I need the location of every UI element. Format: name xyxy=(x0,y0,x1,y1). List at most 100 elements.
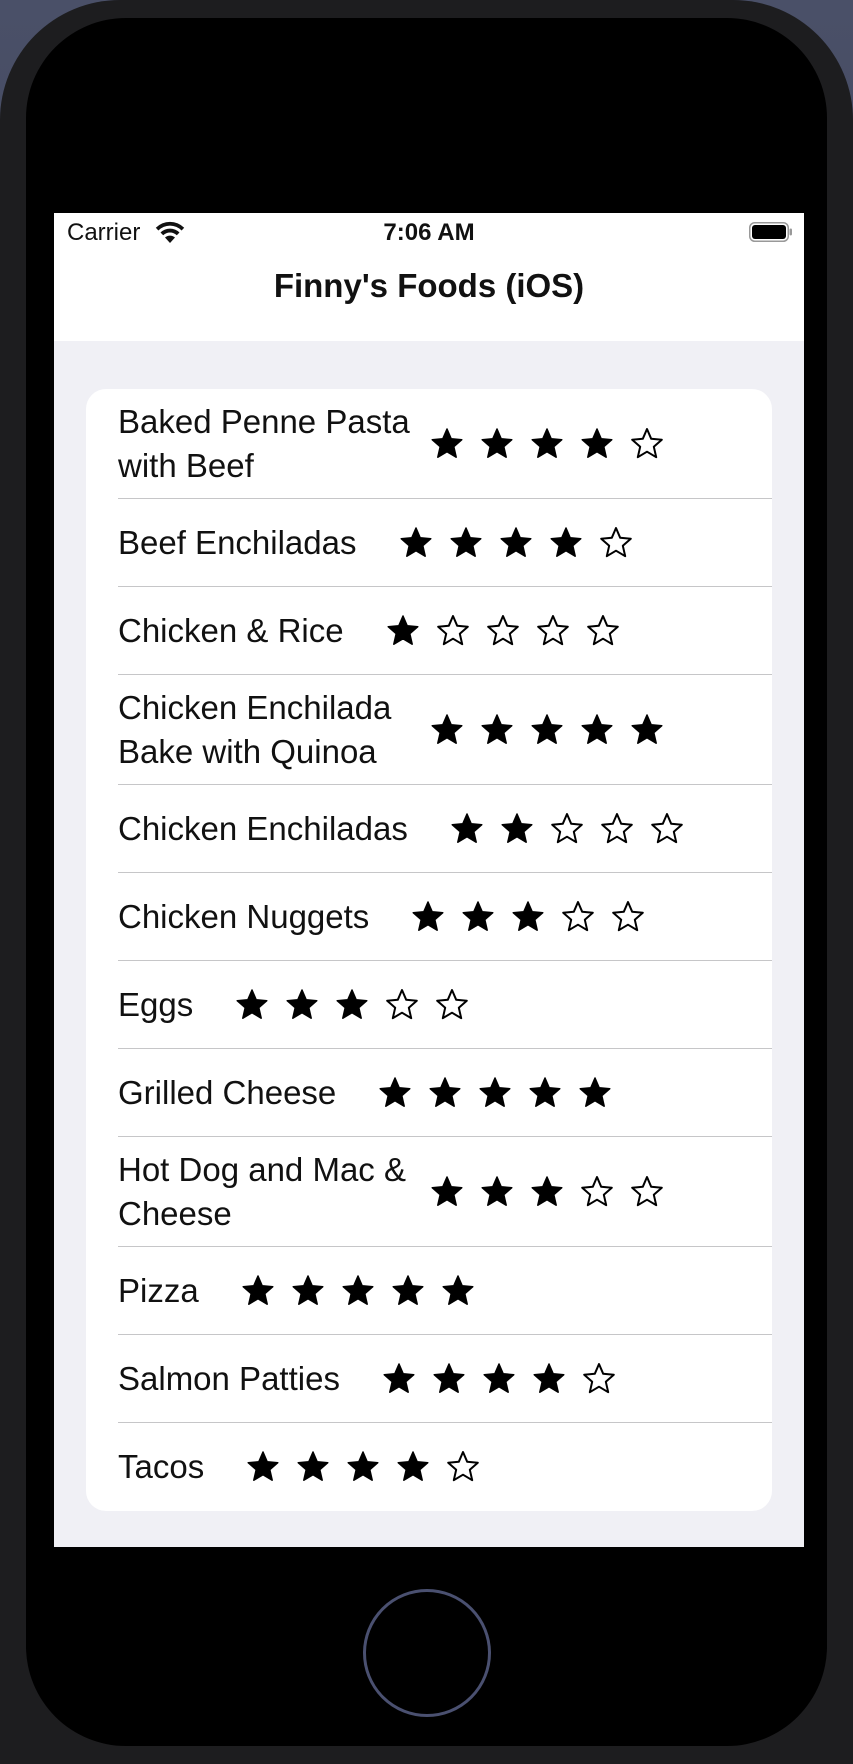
star-outline-icon xyxy=(581,1176,613,1207)
food-row[interactable]: Hot Dog and Mac & Cheese xyxy=(86,1137,772,1247)
star-filled-icon xyxy=(531,1176,563,1206)
star-filled-icon xyxy=(247,1451,279,1481)
page-title: Finny's Foods (iOS) xyxy=(273,267,585,304)
star-filled-icon xyxy=(479,1077,511,1107)
food-row[interactable]: Chicken Nuggets xyxy=(86,873,772,961)
star-outline-icon xyxy=(486,615,519,646)
star-rating xyxy=(378,1076,612,1110)
food-row[interactable]: Salmon Patties xyxy=(86,1335,772,1423)
battery-icon xyxy=(749,222,792,242)
food-row[interactable]: Eggs xyxy=(86,961,772,1049)
star-outline-icon xyxy=(386,989,419,1020)
star-outline-icon xyxy=(586,615,619,646)
food-name: Chicken & Rice xyxy=(118,612,344,649)
star-filled-icon xyxy=(236,989,268,1019)
food-row[interactable]: Chicken Enchiladas xyxy=(86,785,772,873)
star-filled-icon xyxy=(336,989,368,1019)
star-filled-icon xyxy=(549,527,582,557)
star-filled-icon xyxy=(431,428,463,458)
food-name: Chicken Enchilada Bake with Quinoa xyxy=(118,689,392,770)
star-filled-icon xyxy=(433,1363,465,1393)
star-filled-icon xyxy=(342,1275,374,1305)
navigation-bar: Finny's Foods (iOS) xyxy=(54,253,804,341)
status-bar: Carrier 7:06 AM xyxy=(54,213,804,253)
star-outline-icon xyxy=(447,1451,480,1482)
status-time: 7:06 AM xyxy=(383,219,475,246)
star-filled-icon xyxy=(481,428,513,458)
star-filled-icon xyxy=(297,1451,329,1481)
star-filled-icon xyxy=(631,714,663,744)
star-filled-icon xyxy=(412,901,444,931)
food-name: Chicken Nuggets xyxy=(118,898,370,935)
food-name: Beef Enchiladas xyxy=(118,524,357,561)
star-outline-icon xyxy=(601,813,633,844)
star-filled-icon xyxy=(512,901,544,931)
food-row[interactable]: Chicken Enchilada Bake with Quinoa xyxy=(86,675,772,785)
food-row[interactable]: Tacos xyxy=(86,1423,772,1511)
star-filled-icon xyxy=(481,714,513,744)
star-outline-icon xyxy=(562,901,595,932)
app-screen: Carrier 7:06 AM Finny's Foods (iOS) Bake… xyxy=(54,213,804,1547)
star-filled-icon xyxy=(499,527,532,557)
star-rating xyxy=(430,1175,664,1209)
star-filled-icon xyxy=(451,813,483,843)
star-filled-icon xyxy=(501,813,533,843)
star-filled-icon xyxy=(442,1275,474,1305)
star-filled-icon xyxy=(242,1275,274,1305)
star-rating xyxy=(246,1450,480,1484)
food-row[interactable]: Grilled Cheese xyxy=(86,1049,772,1137)
home-button[interactable] xyxy=(363,1589,491,1717)
star-outline-icon xyxy=(551,813,583,844)
star-outline-icon xyxy=(631,428,663,459)
star-filled-icon xyxy=(529,1077,561,1107)
star-filled-icon xyxy=(581,714,613,744)
star-filled-icon xyxy=(431,1176,463,1206)
star-filled-icon xyxy=(581,428,613,458)
star-outline-icon xyxy=(436,615,469,646)
star-filled-icon xyxy=(379,1077,411,1107)
star-outline-icon xyxy=(612,901,645,932)
star-rating xyxy=(450,812,684,846)
food-row[interactable]: Baked Penne Pasta with Beef xyxy=(86,389,772,499)
star-rating xyxy=(430,713,664,747)
star-rating xyxy=(382,1362,616,1396)
star-rating xyxy=(386,614,620,648)
star-rating xyxy=(430,427,664,461)
star-rating xyxy=(241,1274,475,1308)
star-rating xyxy=(235,988,469,1022)
star-outline-icon xyxy=(436,989,469,1020)
star-rating xyxy=(411,900,645,934)
star-filled-icon xyxy=(533,1363,565,1393)
food-name: Chicken Enchiladas xyxy=(118,810,408,847)
star-filled-icon xyxy=(462,901,494,931)
food-row[interactable]: Beef Enchiladas xyxy=(86,499,772,587)
food-row[interactable]: Chicken & Rice xyxy=(86,587,772,675)
star-filled-icon xyxy=(392,1275,424,1305)
food-name: Grilled Cheese xyxy=(118,1074,337,1111)
star-filled-icon xyxy=(429,1077,461,1107)
star-filled-icon xyxy=(431,714,463,744)
star-outline-icon xyxy=(583,1363,615,1394)
star-filled-icon xyxy=(483,1363,515,1393)
star-outline-icon xyxy=(651,813,683,844)
star-filled-icon xyxy=(481,1176,513,1206)
food-name: Eggs xyxy=(118,986,194,1023)
star-outline-icon xyxy=(599,527,632,558)
star-filled-icon xyxy=(286,989,318,1019)
star-filled-icon xyxy=(449,527,482,557)
star-rating xyxy=(399,526,633,560)
food-name: Tacos xyxy=(118,1448,205,1485)
star-filled-icon xyxy=(531,714,563,744)
star-outline-icon xyxy=(536,615,569,646)
star-filled-icon xyxy=(347,1451,379,1481)
food-row[interactable]: Pizza xyxy=(86,1247,772,1335)
food-list: Baked Penne Pasta with Beef Beef Enchilad… xyxy=(86,389,772,1511)
star-filled-icon xyxy=(383,1363,415,1393)
food-name: Salmon Patties xyxy=(118,1360,340,1397)
star-filled-icon xyxy=(399,527,432,557)
food-name: Hot Dog and Mac & Cheese xyxy=(118,1151,406,1232)
star-filled-icon xyxy=(387,615,419,645)
star-filled-icon xyxy=(397,1451,429,1481)
food-name: Pizza xyxy=(118,1272,199,1309)
star-filled-icon xyxy=(292,1275,324,1305)
